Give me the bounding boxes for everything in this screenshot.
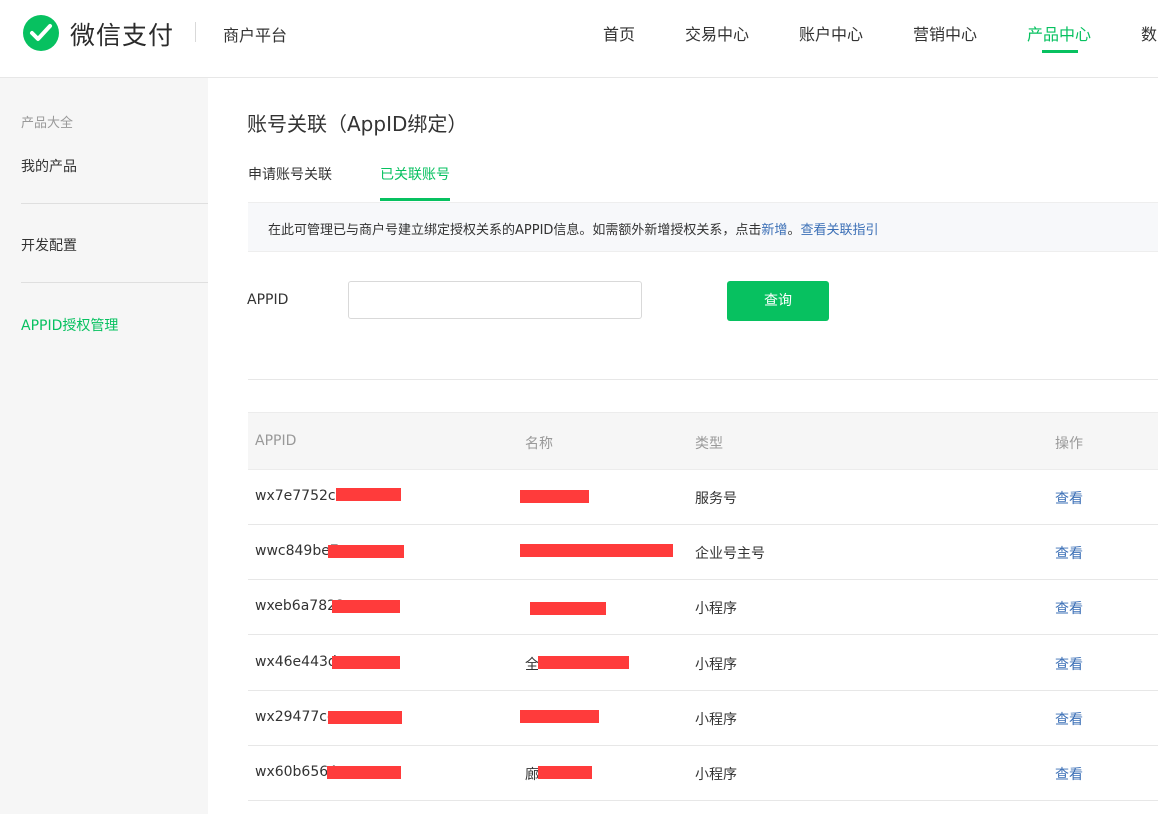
nav-transactions[interactable]: 交易中心 — [685, 21, 749, 45]
redaction-mark — [332, 656, 400, 669]
nav-products[interactable]: 产品中心 — [1027, 21, 1091, 45]
brand-name: 微信支付 — [70, 21, 175, 50]
wechat-pay-logo-icon[interactable] — [22, 14, 60, 52]
appid-search-input[interactable] — [348, 281, 642, 319]
redaction-mark — [328, 545, 404, 558]
cell-appid: wx60b6564 — [255, 764, 338, 780]
nav-data[interactable]: 数 — [1141, 21, 1157, 45]
table-row: wxeb6a7822 小程序 查看 — [248, 579, 1158, 635]
view-link[interactable]: 查看 — [1055, 488, 1083, 508]
tab-apply-link[interactable]: 申请账号关联 — [248, 164, 332, 184]
guide-link[interactable]: 查看关联指引 — [800, 223, 878, 238]
tab-active-indicator — [380, 198, 450, 201]
notice-text: 在此可管理已与商户号建立绑定授权关系的APPID信息。如需额外新增授权关系，点击… — [268, 219, 878, 238]
cell-type: 企业号主号 — [695, 546, 765, 562]
redaction-mark — [332, 600, 400, 613]
column-header-type: 类型 — [695, 436, 723, 452]
section-divider — [248, 379, 1158, 380]
sidebar-item-my-products[interactable]: 我的产品 — [21, 156, 77, 176]
table-row: wx29477ce 小程序 查看 — [248, 690, 1158, 746]
nav-active-indicator — [1042, 50, 1078, 53]
sidebar-item-dev-config[interactable]: 开发配置 — [21, 235, 77, 255]
redaction-mark — [520, 710, 599, 723]
view-link[interactable]: 查看 — [1055, 709, 1083, 729]
cell-type: 服务号 — [695, 491, 737, 507]
view-link[interactable]: 查看 — [1055, 654, 1083, 674]
query-button[interactable]: 查询 — [727, 281, 829, 321]
table-row: wx60b6564 廊 小程序 查看 — [248, 745, 1158, 801]
cell-type: 小程序 — [695, 712, 737, 728]
sidebar-divider — [21, 203, 208, 204]
table-row: wwc849be7 企业号主号 查看 — [248, 524, 1158, 580]
view-link[interactable]: 查看 — [1055, 598, 1083, 618]
redaction-mark — [538, 656, 629, 669]
table-row: wx46e443d 全 小程序 查看 — [248, 635, 1158, 691]
sidebar-divider — [21, 282, 208, 283]
redaction-mark — [530, 602, 606, 615]
column-header-name: 名称 — [525, 436, 553, 452]
redaction-mark — [520, 490, 589, 503]
redaction-mark — [328, 711, 402, 724]
platform-label: 商户平台 — [223, 26, 288, 45]
view-link[interactable]: 查看 — [1055, 543, 1083, 563]
table-row: wx7e7752cc 服务号 查看 — [248, 469, 1158, 525]
cell-type: 小程序 — [695, 601, 737, 617]
column-header-appid: APPID — [255, 433, 297, 449]
sidebar: 产品大全 我的产品 开发配置 APPID授权管理 — [0, 78, 208, 814]
nav-home[interactable]: 首页 — [603, 21, 635, 45]
nav-account[interactable]: 账户中心 — [799, 21, 863, 45]
sidebar-group-title: 产品大全 — [21, 116, 74, 131]
cell-appid: wx46e443d — [255, 654, 337, 670]
cell-appid: wwc849be7 — [255, 543, 339, 559]
page-title: 账号关联（AppID绑定） — [247, 112, 468, 136]
notice-text-after: 。 — [787, 223, 801, 238]
sidebar-item-appid-auth[interactable]: APPID授权管理 — [21, 315, 118, 335]
table-header: APPID 名称 类型 操作 — [248, 412, 1158, 470]
column-header-action: 操作 — [1055, 436, 1083, 452]
cell-name: 全 — [525, 657, 539, 673]
cell-appid: wx29477ce — [255, 709, 336, 725]
brand-divider — [195, 22, 196, 42]
top-header: 微信支付 商户平台 首页 交易中心 账户中心 营销中心 产品中心 数 — [0, 0, 1158, 78]
cell-type: 小程序 — [695, 657, 737, 673]
redaction-mark — [336, 488, 401, 501]
appid-filter-label: APPID — [247, 292, 289, 308]
cell-type: 小程序 — [695, 767, 737, 783]
cell-appid: wx7e7752cc — [255, 488, 344, 504]
tab-linked-accounts[interactable]: 已关联账号 — [380, 164, 450, 184]
redaction-mark — [538, 766, 592, 779]
redaction-mark — [520, 544, 673, 557]
view-link[interactable]: 查看 — [1055, 764, 1083, 784]
info-notice: 在此可管理已与商户号建立绑定授权关系的APPID信息。如需额外新增授权关系，点击… — [248, 202, 1158, 252]
add-link[interactable]: 新增 — [761, 223, 787, 238]
notice-text-before: 在此可管理已与商户号建立绑定授权关系的APPID信息。如需额外新增授权关系，点击 — [268, 223, 762, 238]
redaction-mark — [327, 766, 401, 779]
nav-marketing[interactable]: 营销中心 — [913, 21, 977, 45]
cell-name: 廊 — [525, 767, 539, 783]
